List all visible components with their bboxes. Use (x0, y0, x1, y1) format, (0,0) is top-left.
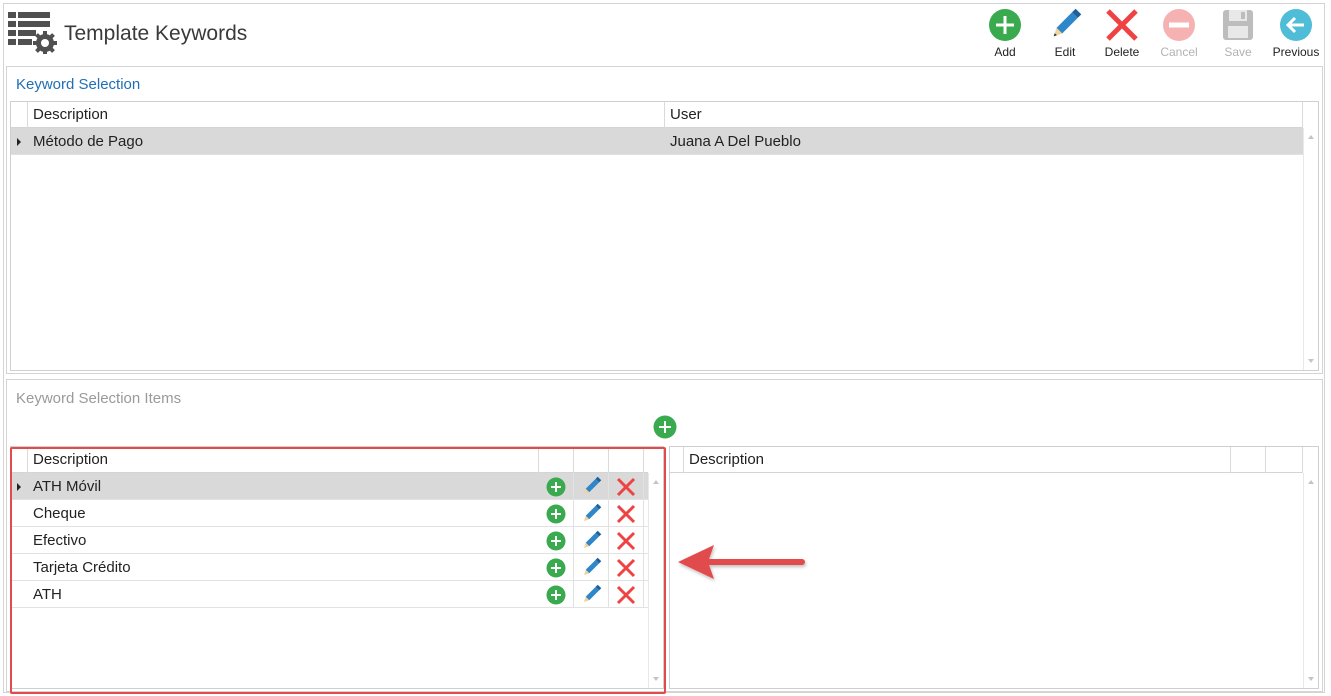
grid-header: Description User (11, 102, 1303, 128)
x-icon (1106, 9, 1138, 41)
page-title: Template Keywords (64, 22, 248, 45)
add-button[interactable]: Add (977, 8, 1033, 62)
cancel-button[interactable]: Cancel (1151, 8, 1207, 62)
arrow-left-circle-icon (1280, 9, 1312, 41)
plus-circle-icon (989, 9, 1021, 41)
edit-button-label: Edit (1054, 45, 1076, 59)
vertical-scrollbar[interactable] (1303, 473, 1318, 688)
column-header-description[interactable]: Description (28, 102, 665, 128)
row-selected-indicator-icon (11, 128, 27, 155)
column-header-user[interactable]: User (665, 102, 1303, 128)
scroll-down-icon[interactable] (1306, 356, 1316, 366)
save-button-label: Save (1224, 45, 1252, 59)
pencil-icon (1053, 8, 1082, 37)
minus-circle-icon (1163, 9, 1195, 41)
annotation-highlight-box (10, 447, 666, 694)
floppy-disk-icon (1223, 10, 1253, 40)
table-row[interactable]: Método de Pago Juana A Del Pueblo (11, 128, 1303, 155)
scroll-up-icon[interactable] (1306, 132, 1316, 142)
delete-button-label: Delete (1104, 45, 1140, 59)
keyword-selection-grid: Description User Método de Pago Juana A … (10, 101, 1319, 371)
vertical-scrollbar[interactable] (1303, 128, 1318, 370)
cell-user: Juana A Del Pueblo (670, 133, 801, 150)
column-header-description[interactable]: Description (684, 447, 1231, 473)
annotation-arrow-icon (678, 545, 805, 579)
header: Template Keywords Add Edit Delete Cancel… (0, 0, 1331, 66)
scroll-down-icon[interactable] (1306, 674, 1316, 684)
previous-button[interactable]: Previous (1268, 8, 1324, 62)
row-indicator-header (670, 447, 684, 473)
keyword-selection-title: Keyword Selection (16, 76, 141, 93)
column-header-action-1 (1231, 447, 1266, 473)
grid-gear-icon (8, 12, 57, 54)
previous-button-label: Previous (1272, 45, 1320, 59)
add-button-label: Add (994, 45, 1016, 59)
cancel-button-label: Cancel (1160, 45, 1198, 59)
save-button[interactable]: Save (1210, 8, 1266, 62)
add-item-plus-icon[interactable] (653, 415, 677, 439)
keyword-selection-panel: Keyword Selection Description User Métod… (6, 66, 1323, 374)
cell-description: Método de Pago (33, 133, 144, 150)
delete-button[interactable]: Delete (1094, 8, 1150, 62)
row-indicator-header (11, 102, 28, 128)
scroll-up-icon[interactable] (1306, 477, 1316, 487)
keyword-selection-items-title: Keyword Selection Items (16, 390, 182, 407)
edit-button[interactable]: Edit (1037, 8, 1093, 62)
column-header-action-2 (1266, 447, 1303, 473)
grid-header: Description (670, 447, 1303, 473)
